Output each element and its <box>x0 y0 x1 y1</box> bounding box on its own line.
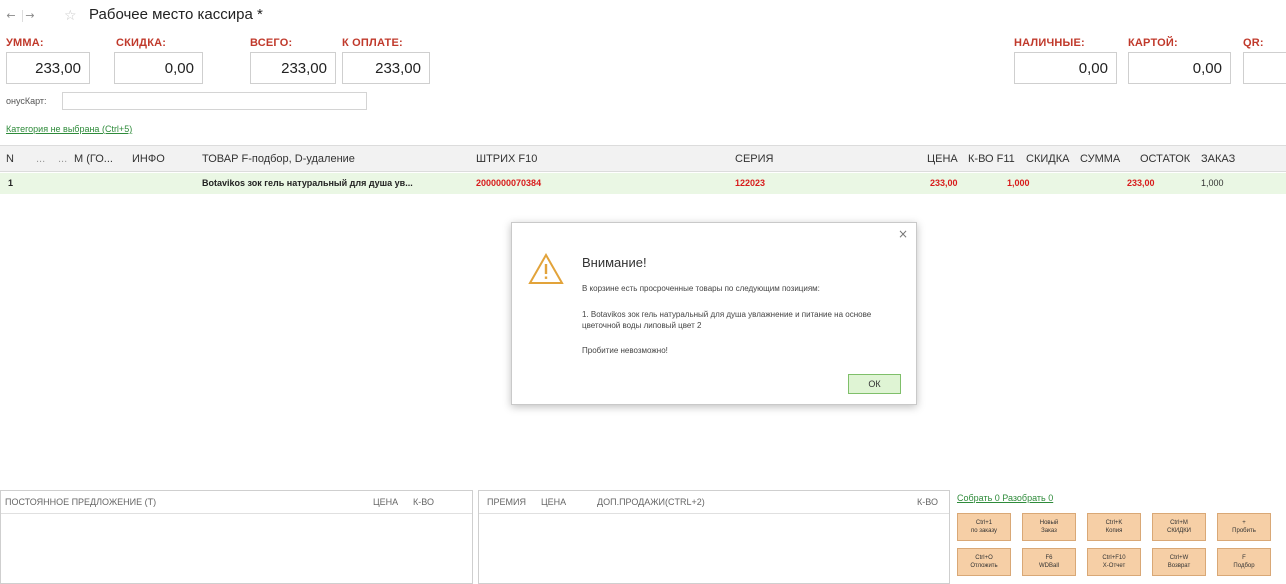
permanent-offer-title: ПОСТОЯННОЕ ПРЕДЛОЖЕНИЕ (Т) <box>5 497 157 507</box>
col-dots-2[interactable]: ... <box>58 153 67 165</box>
qr-label: QR: <box>1243 37 1264 49</box>
col-barcode[interactable]: ШТРИХ F10 <box>476 153 537 165</box>
ok-button[interactable]: ОК <box>848 374 901 394</box>
k-oplate-label: К ОПЛАТЕ: <box>342 37 403 49</box>
fn-button-new-order[interactable]: Новый Заказ <box>1022 513 1076 541</box>
extra-sales-title: ДОП.ПРОДАЖИ(CTRL+2) <box>597 497 705 507</box>
dialog-message-line3: Пробитие невозможно! <box>582 346 668 355</box>
col-order[interactable]: ЗАКАЗ <box>1201 153 1235 165</box>
col-info[interactable]: ИНФО <box>132 153 165 165</box>
col-n[interactable]: N <box>6 153 14 165</box>
extra-price-col: ЦЕНА <box>541 497 567 507</box>
col-price[interactable]: ЦЕНА <box>927 153 958 165</box>
summa-field: 233,00 <box>6 52 90 84</box>
premia-col: ПРЕМИЯ <box>487 497 526 507</box>
kartoi-label: КАРТОЙ: <box>1128 37 1178 49</box>
col-sum[interactable]: СУММА <box>1080 153 1120 165</box>
table-row[interactable]: 1 Botavikos зок гель натуральный для душ… <box>0 173 1286 194</box>
vsego-label: ВСЕГО: <box>250 37 293 49</box>
extra-qty-col: К-ВО <box>917 497 938 507</box>
table-header: N ... ... М (ГО... ИНФО ТОВАР F-подбор, … <box>0 145 1286 172</box>
row-sum: 233,00 <box>1127 178 1155 188</box>
row-qty: 1,000 <box>1007 178 1030 188</box>
permanent-offer-price-col: ЦЕНА <box>373 497 399 507</box>
dialog-message-line1: В корзине есть просроченные товары по сл… <box>582 284 820 293</box>
col-qty[interactable]: К-ВО F11 <box>968 153 1015 165</box>
category-link[interactable]: Категория не выбрана (Ctrl+5) <box>6 124 132 134</box>
col-stock[interactable]: ОСТАТОК <box>1140 153 1190 165</box>
permanent-offer-qty-col: К-ВО <box>413 497 434 507</box>
permanent-offer-panel: ПОСТОЯННОЕ ПРЕДЛОЖЕНИЕ (Т) ЦЕНА К-ВО <box>0 490 473 584</box>
fn-button-by-order[interactable]: Ctrl+1 по заказу <box>957 513 1011 541</box>
extra-sales-panel: ПРЕМИЯ ЦЕНА ДОП.ПРОДАЖИ(CTRL+2) К-ВО <box>478 490 950 584</box>
row-n: 1 <box>8 178 14 188</box>
forward-arrow-icon[interactable]: → <box>22 10 37 22</box>
window-title: Рабочее место кассира * <box>89 6 263 23</box>
fn-button-punch[interactable]: + Пробить <box>1217 513 1271 541</box>
nalichnye-label: НАЛИЧНЫЕ: <box>1014 37 1085 49</box>
row-barcode: 2000000070384 <box>476 178 542 188</box>
close-icon[interactable]: × <box>898 227 908 241</box>
fn-button-discounts[interactable]: Ctrl+M СКИДКИ <box>1152 513 1206 541</box>
col-product[interactable]: ТОВАР F-подбор, D-удаление <box>202 153 355 165</box>
vsego-field: 233,00 <box>250 52 336 84</box>
qr-field[interactable] <box>1243 52 1286 84</box>
bonus-card-input[interactable] <box>62 92 367 110</box>
row-stock: 1,000 <box>1201 178 1224 188</box>
row-price: 233,00 <box>930 178 958 188</box>
fn-button-x-report[interactable]: Ctrl+F10 X-Отчет <box>1087 548 1141 576</box>
col-discount[interactable]: СКИДКА <box>1026 153 1069 165</box>
warning-dialog: × Внимание! В корзине есть просроченные … <box>511 222 917 405</box>
col-series[interactable]: СЕРИЯ <box>735 153 773 165</box>
k-oplate-field: 233,00 <box>342 52 430 84</box>
summa-label: УММА: <box>6 37 44 49</box>
dialog-title: Внимание! <box>582 255 647 270</box>
favorite-star-icon[interactable]: ☆ <box>64 8 77 24</box>
nalichnye-field[interactable]: 0,00 <box>1014 52 1117 84</box>
skidka-label: СКИДКА: <box>116 37 167 49</box>
kartoi-field[interactable]: 0,00 <box>1128 52 1231 84</box>
fn-button-postpone[interactable]: Ctrl+O Отложить <box>957 548 1011 576</box>
row-product: Botavikos зок гель натуральный для душа … <box>202 178 413 188</box>
col-dots-1[interactable]: ... <box>36 153 45 165</box>
row-series: 122023 <box>735 178 766 188</box>
skidka-field: 0,00 <box>114 52 203 84</box>
bonus-card-label: онусКарт: <box>6 96 47 106</box>
assemble-disassemble-links[interactable]: Собрать 0 Разобрать 0 <box>957 493 1053 503</box>
warning-icon <box>528 253 564 284</box>
dialog-message-line2: 1. Botavikos зок гель натуральный для ду… <box>582 310 872 330</box>
fn-button-return[interactable]: Ctrl+W Возврат <box>1152 548 1206 576</box>
back-arrow-icon[interactable]: ← <box>4 10 18 22</box>
fn-button-copy[interactable]: Ctrl+K Копия <box>1087 513 1141 541</box>
fn-button-wdball[interactable]: F6 WDBall <box>1022 548 1076 576</box>
col-m[interactable]: М (ГО... <box>74 153 113 165</box>
fn-button-selection[interactable]: F Подбор <box>1217 548 1271 576</box>
